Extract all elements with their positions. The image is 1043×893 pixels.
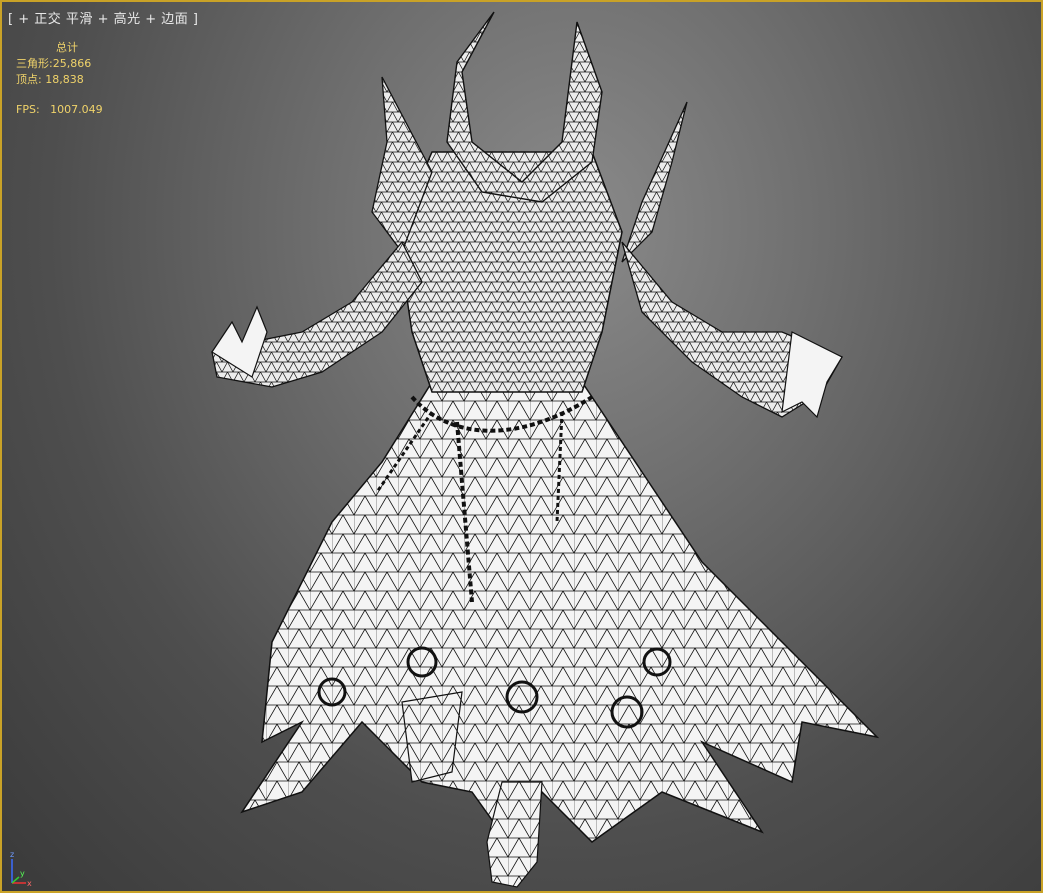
triangles-label: 三角形:	[16, 57, 53, 70]
viewport-menu-plus[interactable]: +	[18, 12, 29, 27]
axis-y-line	[11, 876, 20, 884]
vertices-label: 顶点:	[16, 73, 42, 86]
stats-spacer	[16, 88, 103, 102]
wireframe-model[interactable]	[2, 2, 1041, 891]
left-leg-mesh	[401, 691, 463, 783]
fps-row: FPS: 1007.049	[16, 102, 103, 118]
triangles-row: 三角形:25,866	[16, 56, 103, 72]
viewport-shading-menu[interactable]: 平滑	[66, 12, 93, 27]
viewport-label-open: [	[8, 12, 14, 27]
collar-mesh-right	[621, 101, 688, 263]
axis-z-label: z	[10, 850, 14, 859]
viewport-view-menu[interactable]: 正交	[34, 12, 61, 27]
vertices-value: 18,838	[45, 73, 84, 86]
viewport-label[interactable]: [ + 正交 平滑 + 高光 + 边面 ]	[8, 8, 199, 27]
fps-value: 1007.049	[50, 103, 103, 116]
3d-viewport[interactable]: [ + 正交 平滑 + 高光 + 边面 ] 总计 三角形:25,866 顶点: …	[0, 0, 1043, 893]
triangles-value: 25,866	[52, 57, 92, 70]
stats-header: 总计	[56, 41, 78, 54]
viewport-edges-menu[interactable]: + 边面	[145, 12, 188, 27]
axis-x-label: x	[27, 879, 32, 888]
axis-gizmo: z x y	[10, 850, 32, 888]
viewport-label-close: ]	[192, 12, 199, 27]
axis-y-label: y	[20, 869, 25, 878]
right-claw-mesh	[781, 331, 843, 419]
viewport-highlight-menu[interactable]: + 高光	[98, 12, 141, 27]
statistics-overlay: 总计 三角形:25,866 顶点: 18,838 FPS: 1007.049	[16, 40, 103, 118]
vertices-row: 顶点: 18,838	[16, 72, 103, 88]
fps-label: FPS:	[16, 103, 40, 116]
